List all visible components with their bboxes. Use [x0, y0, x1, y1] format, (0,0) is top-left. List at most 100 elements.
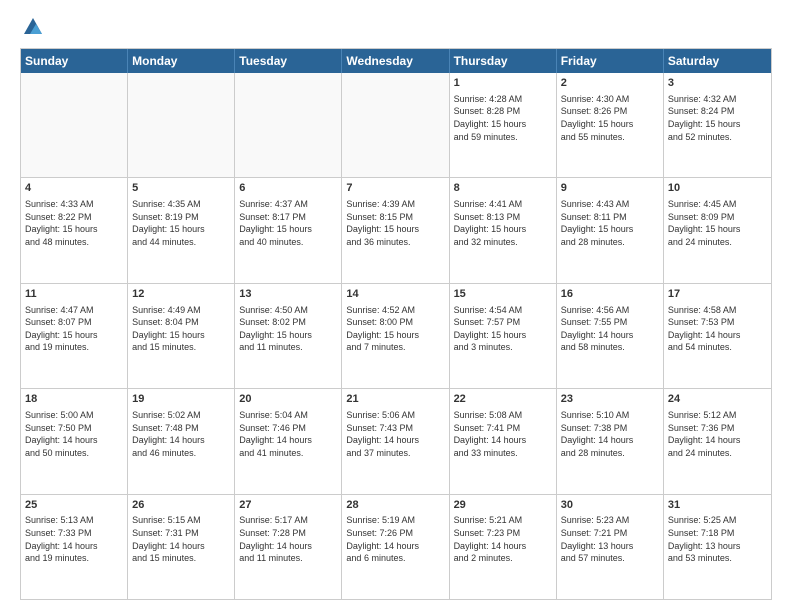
day-cell-24: 24 Sunrise: 5:12 AM Sunset: 7:36 PM Dayli… — [664, 389, 771, 493]
day-number: 23 — [561, 392, 659, 407]
day-detail: Sunrise: 5:17 AM Sunset: 7:28 PM Dayligh… — [239, 514, 337, 564]
day-number: 29 — [454, 498, 552, 513]
day-number: 5 — [132, 181, 230, 196]
day-detail: Sunrise: 4:54 AM Sunset: 7:57 PM Dayligh… — [454, 304, 552, 354]
day-detail: Sunrise: 4:41 AM Sunset: 8:13 PM Dayligh… — [454, 198, 552, 248]
day-cell-29: 29Sunrise: 5:21 AM Sunset: 7:23 PM Dayli… — [450, 495, 557, 599]
day-cell-27: 27Sunrise: 5:17 AM Sunset: 7:28 PM Dayli… — [235, 495, 342, 599]
day-detail: Sunrise: 4:28 AM Sunset: 8:28 PM Dayligh… — [454, 93, 552, 143]
day-cell-22: 22 Sunrise: 5:08 AM Sunset: 7:41 PM Dayli… — [450, 389, 557, 493]
day-number: 26 — [132, 498, 230, 513]
empty-cell — [235, 73, 342, 177]
day-detail: Sunrise: 4:47 AM Sunset: 8:07 PM Dayligh… — [25, 304, 123, 354]
weekday-header-wednesday: Wednesday — [342, 49, 449, 73]
day-detail: Sunrise: 4:43 AM Sunset: 8:11 PM Dayligh… — [561, 198, 659, 248]
day-detail: Sunrise: 5:00 AM Sunset: 7:50 PM Dayligh… — [25, 409, 123, 459]
day-cell-1: 1 Sunrise: 4:28 AM Sunset: 8:28 PM Daylig… — [450, 73, 557, 177]
day-cell-12: 12 Sunrise: 4:49 AM Sunset: 8:04 PM Dayli… — [128, 284, 235, 388]
day-detail: Sunrise: 4:49 AM Sunset: 8:04 PM Dayligh… — [132, 304, 230, 354]
day-detail: Sunrise: 4:58 AM Sunset: 7:53 PM Dayligh… — [668, 304, 767, 354]
weekday-header-friday: Friday — [557, 49, 664, 73]
day-number: 17 — [668, 287, 767, 302]
day-cell-26: 26Sunrise: 5:15 AM Sunset: 7:31 PM Dayli… — [128, 495, 235, 599]
day-number: 24 — [668, 392, 767, 407]
day-detail: Sunrise: 5:23 AM Sunset: 7:21 PM Dayligh… — [561, 514, 659, 564]
day-detail: Sunrise: 4:39 AM Sunset: 8:15 PM Dayligh… — [346, 198, 444, 248]
day-cell-2: 2 Sunrise: 4:30 AM Sunset: 8:26 PM Daylig… — [557, 73, 664, 177]
calendar-row-3: 11 Sunrise: 4:47 AM Sunset: 8:07 PM Dayli… — [21, 284, 771, 389]
day-detail: Sunrise: 4:52 AM Sunset: 8:00 PM Dayligh… — [346, 304, 444, 354]
day-detail: Sunrise: 5:12 AM Sunset: 7:36 PM Dayligh… — [668, 409, 767, 459]
calendar-row-1: 1 Sunrise: 4:28 AM Sunset: 8:28 PM Daylig… — [21, 73, 771, 178]
day-cell-9: 9 Sunrise: 4:43 AM Sunset: 8:11 PM Daylig… — [557, 178, 664, 282]
weekday-header-tuesday: Tuesday — [235, 49, 342, 73]
day-number: 1 — [454, 76, 552, 91]
day-detail: Sunrise: 5:15 AM Sunset: 7:31 PM Dayligh… — [132, 514, 230, 564]
day-number: 3 — [668, 76, 767, 91]
day-cell-28: 28Sunrise: 5:19 AM Sunset: 7:26 PM Dayli… — [342, 495, 449, 599]
day-number: 9 — [561, 181, 659, 196]
calendar: SundayMondayTuesdayWednesdayThursdayFrid… — [20, 48, 772, 600]
day-detail: Sunrise: 5:04 AM Sunset: 7:46 PM Dayligh… — [239, 409, 337, 459]
day-number: 28 — [346, 498, 444, 513]
day-detail: Sunrise: 4:30 AM Sunset: 8:26 PM Dayligh… — [561, 93, 659, 143]
day-number: 7 — [346, 181, 444, 196]
day-cell-23: 23Sunrise: 5:10 AM Sunset: 7:38 PM Dayli… — [557, 389, 664, 493]
day-cell-5: 5 Sunrise: 4:35 AM Sunset: 8:19 PM Daylig… — [128, 178, 235, 282]
day-detail: Sunrise: 5:06 AM Sunset: 7:43 PM Dayligh… — [346, 409, 444, 459]
day-detail: Sunrise: 4:37 AM Sunset: 8:17 PM Dayligh… — [239, 198, 337, 248]
day-detail: Sunrise: 4:35 AM Sunset: 8:19 PM Dayligh… — [132, 198, 230, 248]
calendar-header: SundayMondayTuesdayWednesdayThursdayFrid… — [21, 49, 771, 73]
day-cell-6: 6 Sunrise: 4:37 AM Sunset: 8:17 PM Daylig… — [235, 178, 342, 282]
day-cell-30: 30Sunrise: 5:23 AM Sunset: 7:21 PM Dayli… — [557, 495, 664, 599]
day-detail: Sunrise: 5:08 AM Sunset: 7:41 PM Dayligh… — [454, 409, 552, 459]
day-cell-25: 25Sunrise: 5:13 AM Sunset: 7:33 PM Dayli… — [21, 495, 128, 599]
day-detail: Sunrise: 4:33 AM Sunset: 8:22 PM Dayligh… — [25, 198, 123, 248]
day-number: 13 — [239, 287, 337, 302]
calendar-body: 1 Sunrise: 4:28 AM Sunset: 8:28 PM Daylig… — [21, 73, 771, 599]
day-detail: Sunrise: 5:19 AM Sunset: 7:26 PM Dayligh… — [346, 514, 444, 564]
day-number: 20 — [239, 392, 337, 407]
day-cell-8: 8 Sunrise: 4:41 AM Sunset: 8:13 PM Daylig… — [450, 178, 557, 282]
day-number: 12 — [132, 287, 230, 302]
day-number: 19 — [132, 392, 230, 407]
logo — [20, 16, 44, 38]
weekday-header-saturday: Saturday — [664, 49, 771, 73]
day-cell-4: 4 Sunrise: 4:33 AM Sunset: 8:22 PM Daylig… — [21, 178, 128, 282]
empty-cell — [128, 73, 235, 177]
day-number: 21 — [346, 392, 444, 407]
day-number: 22 — [454, 392, 552, 407]
day-number: 27 — [239, 498, 337, 513]
day-cell-20: 20 Sunrise: 5:04 AM Sunset: 7:46 PM Dayli… — [235, 389, 342, 493]
day-number: 4 — [25, 181, 123, 196]
day-cell-13: 13 Sunrise: 4:50 AM Sunset: 8:02 PM Dayli… — [235, 284, 342, 388]
day-number: 30 — [561, 498, 659, 513]
day-detail: Sunrise: 5:21 AM Sunset: 7:23 PM Dayligh… — [454, 514, 552, 564]
day-cell-16: 16Sunrise: 4:56 AM Sunset: 7:55 PM Dayli… — [557, 284, 664, 388]
day-cell-18: 18Sunrise: 5:00 AM Sunset: 7:50 PM Dayli… — [21, 389, 128, 493]
day-cell-11: 11 Sunrise: 4:47 AM Sunset: 8:07 PM Dayli… — [21, 284, 128, 388]
day-number: 2 — [561, 76, 659, 91]
day-number: 15 — [454, 287, 552, 302]
day-number: 31 — [668, 498, 767, 513]
day-cell-21: 21 Sunrise: 5:06 AM Sunset: 7:43 PM Dayli… — [342, 389, 449, 493]
day-cell-31: 31Sunrise: 5:25 AM Sunset: 7:18 PM Dayli… — [664, 495, 771, 599]
weekday-header-sunday: Sunday — [21, 49, 128, 73]
day-cell-10: 10 Sunrise: 4:45 AM Sunset: 8:09 PM Dayli… — [664, 178, 771, 282]
logo-icon — [22, 16, 44, 38]
day-detail: Sunrise: 4:50 AM Sunset: 8:02 PM Dayligh… — [239, 304, 337, 354]
day-cell-7: 7 Sunrise: 4:39 AM Sunset: 8:15 PM Daylig… — [342, 178, 449, 282]
day-detail: Sunrise: 4:45 AM Sunset: 8:09 PM Dayligh… — [668, 198, 767, 248]
day-number: 25 — [25, 498, 123, 513]
day-cell-19: 19 Sunrise: 5:02 AM Sunset: 7:48 PM Dayli… — [128, 389, 235, 493]
weekday-header-monday: Monday — [128, 49, 235, 73]
day-detail: Sunrise: 5:02 AM Sunset: 7:48 PM Dayligh… — [132, 409, 230, 459]
day-number: 6 — [239, 181, 337, 196]
day-number: 10 — [668, 181, 767, 196]
empty-cell — [21, 73, 128, 177]
day-number: 14 — [346, 287, 444, 302]
day-number: 8 — [454, 181, 552, 196]
day-detail: Sunrise: 4:56 AM Sunset: 7:55 PM Dayligh… — [561, 304, 659, 354]
weekday-header-thursday: Thursday — [450, 49, 557, 73]
day-number: 11 — [25, 287, 123, 302]
